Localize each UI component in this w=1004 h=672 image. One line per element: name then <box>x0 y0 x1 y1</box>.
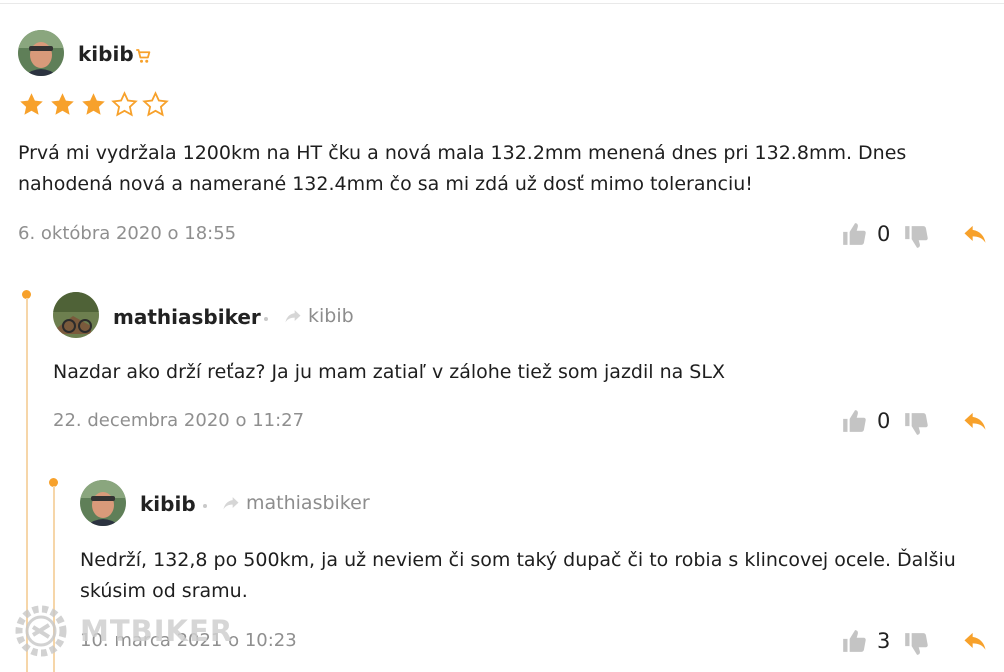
comment-author[interactable]: mathiasbiker <box>113 305 261 329</box>
avatar-mathiasbiker-icon <box>53 292 99 338</box>
reply-icon[interactable] <box>960 627 990 655</box>
avatar-kibib-icon <box>18 30 64 76</box>
like-count: 3 <box>877 629 891 653</box>
star-filled-icon <box>51 93 74 115</box>
star-filled-icon <box>20 93 43 115</box>
reply-icon[interactable] <box>960 407 990 435</box>
thumbs-up-icon[interactable] <box>840 408 868 434</box>
comment-text-line: skúsim od sramu. <box>80 580 248 602</box>
mtbiker-gear-logo-icon <box>15 605 67 657</box>
avatar[interactable] <box>80 480 126 526</box>
reply-to-name: kibib <box>308 305 354 327</box>
like-count: 0 <box>877 222 891 246</box>
cart-icon <box>136 49 151 63</box>
comment-text-line: Nazdar ako drží reťaz? Ja ju mam zatiaľ … <box>53 361 725 383</box>
comment-text-line: Nedrží, 132,8 po 500km, ja už neviem či … <box>80 549 956 571</box>
thumbs-down-icon[interactable] <box>902 631 930 657</box>
comment-date: 6. októbra 2020 o 18:55 <box>18 223 237 244</box>
thumbs-up-icon[interactable] <box>840 221 868 247</box>
separator-dot <box>264 317 268 321</box>
thumbs-down-icon[interactable] <box>902 411 930 437</box>
star-filled-icon <box>82 93 105 115</box>
reply-icon[interactable] <box>960 220 990 248</box>
avatar[interactable] <box>53 292 99 338</box>
reply-arrow-icon <box>285 310 301 323</box>
top-divider <box>0 3 1004 4</box>
star-empty-icon <box>142 91 169 117</box>
comment-text-line: Prvá mi vydržala 1200km na HT čku a nová… <box>18 142 907 164</box>
avatar-kibib-icon <box>80 480 126 526</box>
thumbs-up-icon[interactable] <box>840 628 868 654</box>
avatar[interactable] <box>18 30 64 76</box>
star-empty-icon <box>111 91 138 117</box>
comment-author[interactable]: kibib <box>78 42 134 66</box>
reply-arrow-icon <box>223 497 239 510</box>
comment-text-line: nahodená nová a namerané 132.4mm čo sa m… <box>18 173 753 195</box>
thumbs-down-icon[interactable] <box>902 224 930 250</box>
comment-author[interactable]: kibib <box>140 492 196 516</box>
watermark-logo-text: MTBIKER <box>80 614 234 648</box>
reply-to[interactable]: kibib <box>282 305 354 327</box>
reply-to-name: mathiasbiker <box>246 492 370 514</box>
separator-dot <box>203 504 207 508</box>
comment-date: 22. decembra 2020 o 11:27 <box>53 410 305 431</box>
like-count: 0 <box>877 409 891 433</box>
reply-to[interactable]: mathiasbiker <box>220 492 370 514</box>
star-rating <box>18 91 169 118</box>
